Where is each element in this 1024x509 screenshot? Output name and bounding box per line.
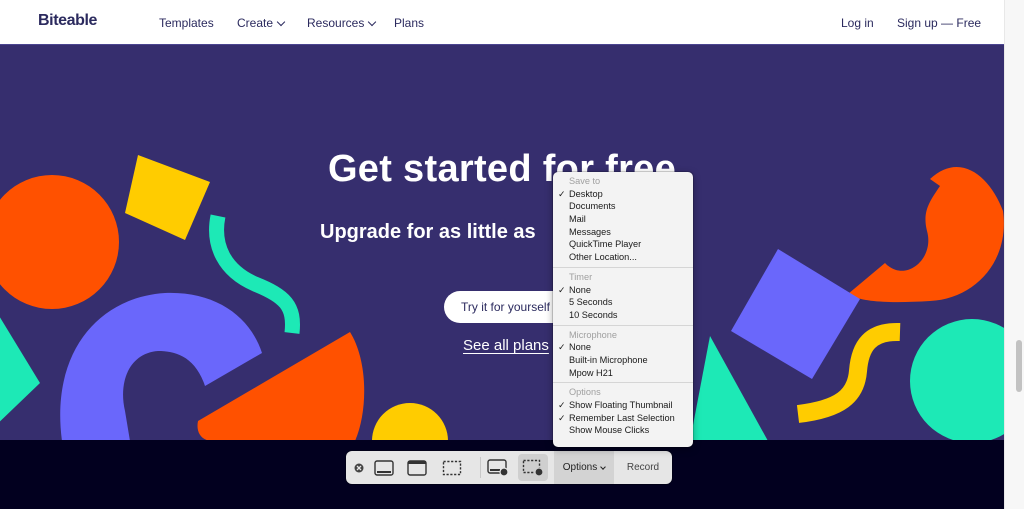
record-selection-icon <box>522 459 544 477</box>
checkmark-icon: ✓ <box>558 188 566 199</box>
menu-item-mpow-h21[interactable]: Mpow H21 <box>553 367 693 380</box>
menu-item-label: QuickTime Player <box>569 239 642 250</box>
menu-item-label: Documents <box>569 201 616 212</box>
menu-item-timer-10-seconds[interactable]: 10 Seconds <box>553 309 693 322</box>
menu-item-show-mouse-clicks[interactable]: Show Mouse Clicks <box>553 424 693 437</box>
menu-header-microphone: Microphone <box>569 329 618 340</box>
record-entire-screen-icon <box>487 458 509 477</box>
menu-separator <box>553 382 693 384</box>
menu-item-timer-5-seconds[interactable]: 5 Seconds <box>553 296 693 309</box>
options-label: Options <box>562 462 598 473</box>
screenshot-toolbar: Options Record <box>346 451 672 484</box>
menu-header-options: Options <box>569 387 601 398</box>
menu-item-show-floating-thumbnail[interactable]: ✓ Show Floating Thumbnail <box>553 399 693 412</box>
capture-window-button[interactable] <box>403 451 431 484</box>
options-button[interactable]: Options <box>554 451 614 484</box>
menu-item-label: Built-in Microphone <box>569 354 648 365</box>
menu-item-desktop[interactable]: ✓ Desktop <box>553 188 693 201</box>
teal-circle-shape <box>910 319 1004 440</box>
webpage: Get started for free Upgrade for as litt… <box>0 0 1004 509</box>
menu-item-mail[interactable]: Mail <box>553 213 693 226</box>
nav-plans[interactable]: Plans <box>394 16 424 30</box>
menu-header-timer: Timer <box>569 271 593 282</box>
checkmark-icon: ✓ <box>558 342 566 353</box>
capture-entire-screen-button[interactable] <box>370 451 398 484</box>
page-scrollbar-track[interactable] <box>1004 0 1024 509</box>
violet-square-shape <box>731 249 860 379</box>
nav-plans-label: Plans <box>394 16 425 30</box>
page-scrollbar-thumb[interactable] <box>1016 340 1022 392</box>
menu-item-microphone-none[interactable]: ✓ None <box>553 341 693 354</box>
menu-item-quicktime-player[interactable]: QuickTime Player <box>553 238 693 251</box>
menu-item-other-location[interactable]: Other Location... <box>553 251 693 264</box>
menu-item-remember-last-selection[interactable]: ✓ Remember Last Selection <box>553 412 693 425</box>
menu-item-documents[interactable]: Documents <box>553 200 693 213</box>
menu-item-label: Mpow H21 <box>569 367 613 378</box>
chevron-down-icon <box>368 17 377 26</box>
capture-selection-icon <box>442 460 462 475</box>
menu-item-label: Remember Last Selection <box>569 412 675 423</box>
menu-item-label: None <box>569 342 591 353</box>
see-all-plans-link[interactable]: See all plans <box>463 337 549 354</box>
menu-header-save-to: Save to <box>569 176 601 186</box>
nav-resources-label: Resources <box>307 16 365 30</box>
toolbar-divider <box>480 457 481 478</box>
hero-subtitle: Upgrade for as little as <box>320 221 536 243</box>
signup-link[interactable]: Sign up — Free <box>897 16 981 30</box>
capture-entire-screen-icon <box>374 459 394 476</box>
chevron-down-icon <box>600 463 607 470</box>
menu-item-label: Show Floating Thumbnail <box>569 400 673 410</box>
checkmark-icon: ✓ <box>558 412 566 423</box>
menu-item-messages[interactable]: Messages <box>553 226 693 239</box>
nav-create-label: Create <box>237 16 274 30</box>
menu-item-label: None <box>569 284 591 295</box>
nav-resources[interactable]: Resources <box>307 16 377 30</box>
capture-window-icon <box>407 459 427 476</box>
hero-section: Get started for free Upgrade for as litt… <box>0 44 1004 440</box>
teal-triangle-right-shape <box>690 336 768 440</box>
menu-item-label: Other Location... <box>569 252 637 263</box>
menu-item-label: 5 Seconds <box>569 297 613 308</box>
hero-title: Get started for free <box>327 148 677 190</box>
record-entire-screen-button[interactable] <box>483 451 513 484</box>
menu-separator <box>553 324 693 326</box>
menu-item-built-in-microphone[interactable]: Built-in Microphone <box>553 354 693 367</box>
nav-templates-label: Templates <box>159 16 214 30</box>
options-menu: Save to ✓ Desktop Documents Mail Messages… <box>553 172 693 447</box>
login-link[interactable]: Log in <box>841 16 874 30</box>
teal-triangle-left-shape <box>0 317 40 422</box>
menu-item-label: 10 Seconds <box>569 309 618 320</box>
orange-circle-shape <box>0 175 119 309</box>
chevron-down-icon <box>276 17 286 26</box>
yellow-semicircle-shape <box>372 403 448 440</box>
checkmark-icon: ✓ <box>558 400 566 410</box>
menu-item-label: Messages <box>569 226 611 237</box>
menu-item-label: Desktop <box>569 188 603 199</box>
nav-templates[interactable]: Templates <box>159 16 214 30</box>
capture-selection-button[interactable] <box>438 451 466 484</box>
close-icon <box>354 463 364 472</box>
biteable-logo[interactable]: Biteable <box>38 12 97 30</box>
record-button[interactable]: Record <box>614 451 672 484</box>
menu-item-label: Show Mouse Clicks <box>569 425 650 436</box>
record-selection-button[interactable] <box>518 454 548 481</box>
nav-create[interactable]: Create <box>237 16 286 30</box>
menu-separator <box>553 266 693 268</box>
menu-item-timer-none[interactable]: ✓ None <box>553 284 693 297</box>
checkmark-icon: ✓ <box>558 284 566 295</box>
menu-item-label: Mail <box>569 214 586 225</box>
top-nav: Biteable Templates Create Resources Plan… <box>0 0 1004 44</box>
close-toolbar-button[interactable] <box>352 451 366 484</box>
